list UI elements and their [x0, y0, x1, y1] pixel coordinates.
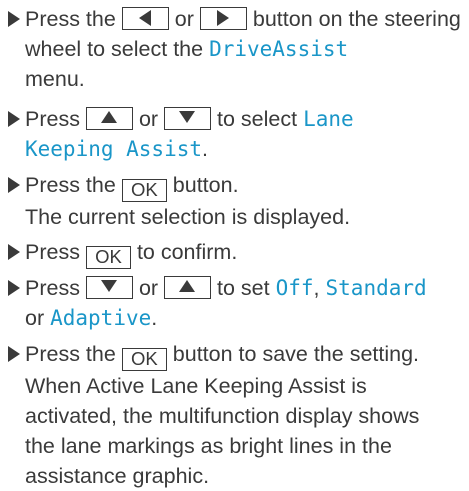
- step-6-line-5: assistance graphic.: [25, 464, 210, 488]
- step-6-text-b: button to save the setting.: [172, 342, 420, 366]
- bullet-arrow-icon: [8, 11, 20, 27]
- left-arrow-key-icon: [121, 7, 169, 30]
- step-5-text-e: .: [151, 306, 158, 330]
- right-arrow-key-icon: [199, 7, 247, 30]
- step-6-line-2: When Active Lane Keeping Assist is: [25, 374, 367, 398]
- display-text-keeping-assist: Keeping Assist: [25, 137, 203, 161]
- step-2-text-a: Press: [25, 107, 80, 131]
- ok-key: OK: [121, 179, 167, 202]
- up-arrow-key-icon: [164, 276, 212, 299]
- step-6: Press the OK button to save the setting.…: [8, 339, 465, 491]
- bullet-arrow-icon: [8, 111, 20, 127]
- step-4-text-b: to confirm.: [136, 240, 238, 264]
- step-5: Press or to set Off, Standard or Adaptiv…: [8, 273, 465, 333]
- step-3-text-c: The current selection is displayed.: [25, 205, 351, 229]
- step-5-text-c: to set: [217, 276, 270, 300]
- step-4-text-a: Press: [25, 240, 80, 264]
- step-2-text-b: or: [138, 107, 159, 131]
- step-3-text-a: Press the: [25, 173, 116, 197]
- step-5-text-b: or: [138, 276, 159, 300]
- step-6-text-a: Press the: [25, 342, 116, 366]
- step-6-line-4: the lane markings as bright lines in the: [25, 434, 392, 458]
- step-3-text-b: button.: [172, 173, 239, 197]
- step-2-text-c: to select: [217, 107, 298, 131]
- step-3: Press the OK button. The current selecti…: [8, 170, 465, 232]
- step-5-text-a: Press: [25, 276, 80, 300]
- display-text-adaptive: Adaptive: [50, 306, 152, 330]
- display-text-driveassist: DriveAssist: [209, 37, 349, 61]
- step-2: Press or to select Lane Keeping Assist.: [8, 104, 465, 164]
- down-arrow-key-icon: [85, 276, 133, 299]
- step-1-text-d: menu.: [25, 67, 85, 91]
- display-text-off: Off: [275, 276, 314, 300]
- bullet-arrow-icon: [8, 346, 20, 362]
- up-arrow-key-icon: [85, 107, 133, 130]
- bullet-arrow-icon: [8, 244, 20, 260]
- step-1: Press the or button on the steering whee…: [8, 4, 465, 94]
- display-text-lane: Lane: [303, 107, 354, 131]
- down-arrow-key-icon: [164, 107, 212, 130]
- bullet-arrow-icon: [8, 280, 20, 296]
- step-6-line-3: activated, the multifunction display sho…: [25, 404, 420, 428]
- bullet-arrow-icon: [8, 177, 20, 193]
- step-4: Press OK to confirm.: [8, 237, 465, 269]
- display-text-standard: Standard: [325, 276, 427, 300]
- step-5-text-d: or: [25, 306, 45, 330]
- step-1-text-b: or: [174, 7, 194, 31]
- ok-key: OK: [121, 348, 167, 371]
- step-2-text-d: .: [202, 137, 208, 161]
- step-1-text-a: Press the: [25, 7, 116, 31]
- ok-key: OK: [85, 246, 131, 269]
- instruction-page: Press the or button on the steering whee…: [0, 0, 469, 488]
- step-5-separator: ,: [313, 276, 320, 300]
